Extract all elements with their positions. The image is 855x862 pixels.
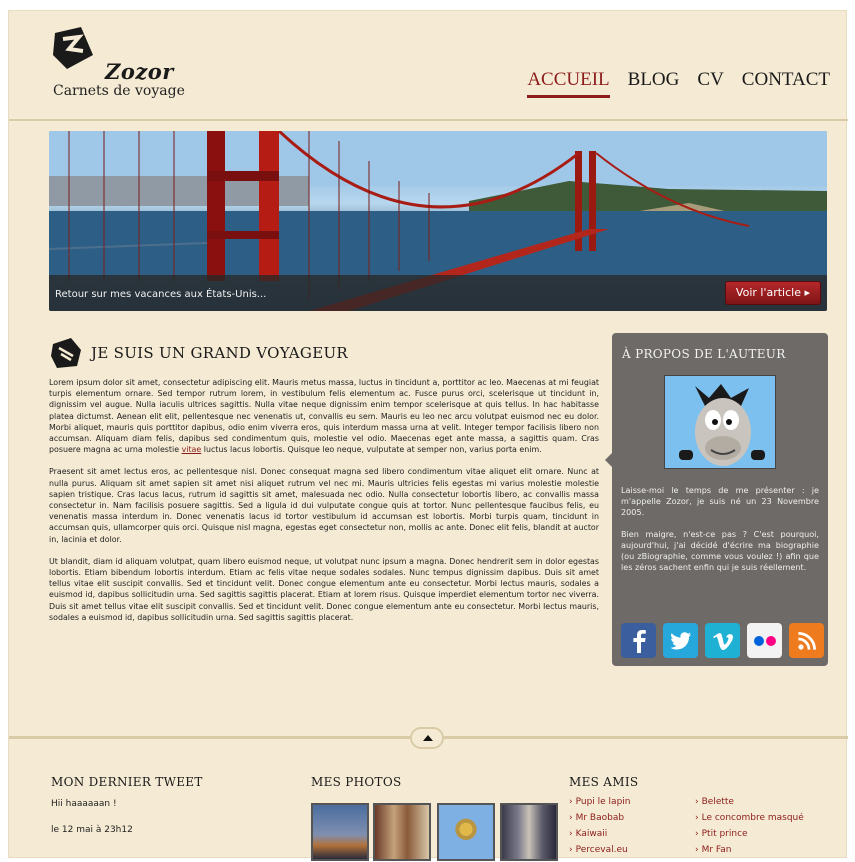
tweet-heading: MON DERNIER TWEET (51, 775, 203, 789)
sidebar-bio-text: Bien maigre, n'est-ce pas ? C'est pourqu… (621, 529, 819, 572)
article-icon (51, 338, 81, 368)
friend-link[interactable]: Ptit prince (695, 829, 748, 839)
nav-cv[interactable]: CV (697, 69, 723, 98)
article-text: Lorem ipsum dolor sit amet, consectetur … (49, 378, 599, 455)
flickr-icon[interactable] (747, 623, 782, 658)
article-paragraph: Lorem ipsum dolor sit amet, consectetur … (49, 377, 599, 455)
article-link[interactable]: vitae (182, 445, 202, 454)
article-text: luctus lacus lobortis. Quisque leo neque… (203, 445, 542, 455)
logo-tagline: Carnets de voyage (53, 83, 185, 99)
vimeo-icon[interactable] (705, 623, 740, 658)
photo-thumbnail[interactable] (500, 803, 558, 861)
nav-blog[interactable]: BLOG (628, 69, 680, 98)
banner-caption: Retour sur mes vacances aux États-Unis..… (55, 289, 267, 300)
article-paragraph: Praesent sit amet lectus eros, ac pellen… (49, 467, 599, 544)
banner-image: Retour sur mes vacances aux États-Unis..… (49, 131, 827, 311)
friend-link[interactable]: Mr Baobab (569, 813, 624, 823)
friend-link[interactable]: Pupi le lapin (569, 797, 631, 807)
friend-link[interactable]: Le concombre masqué (695, 813, 804, 823)
social-links (621, 623, 824, 658)
nav-contact[interactable]: CONTACT (742, 69, 830, 98)
photo-thumbnail[interactable] (311, 803, 369, 861)
facebook-icon[interactable] (621, 623, 656, 658)
friends-heading: MES AMIS (569, 775, 639, 789)
sidebar-intro-text: Laisse-moi le temps de me présenter : je… (621, 485, 819, 517)
friend-link[interactable]: Perceval.eu (569, 845, 628, 855)
friend-link[interactable]: Belette (695, 797, 734, 807)
article-body: Lorem ipsum dolor sit amet, consectetur … (49, 377, 599, 634)
tweet-date: le 12 mai à 23h12 (51, 825, 133, 835)
friend-link[interactable]: Mr Fan (695, 845, 732, 855)
rss-icon[interactable] (789, 623, 824, 658)
logo-name: Zozor (105, 59, 174, 84)
logo-icon[interactable] (49, 25, 97, 73)
article-title: JE SUIS UN GRAND VOYAGEUR (91, 344, 348, 362)
site-header: Zozor Carnets de voyage ACCUEIL BLOG CV … (9, 11, 848, 121)
main-nav: ACCUEIL BLOG CV CONTACT (527, 69, 830, 98)
avatar (664, 375, 776, 469)
page: Zozor Carnets de voyage ACCUEIL BLOG CV … (8, 10, 848, 861)
twitter-icon[interactable] (663, 623, 698, 658)
photo-thumbnail[interactable] (373, 803, 431, 861)
read-article-button[interactable]: Voir l'article ▸ (724, 281, 821, 305)
scroll-top-button[interactable] (410, 727, 444, 749)
photos-heading: MES PHOTOS (311, 775, 402, 789)
about-author-sidebar: À PROPOS DE L'AUTEUR Laisse-moi le temps… (605, 333, 828, 666)
sidebar-title: À PROPOS DE L'AUTEUR (622, 347, 786, 361)
tweet-text: Hii haaaaaan ! (51, 799, 117, 809)
site-footer: MON DERNIER TWEET Hii haaaaaan ! le 12 m… (9, 727, 848, 861)
friend-link[interactable]: Kaiwaii (569, 829, 608, 839)
article-paragraph: Ut blandit, diam id aliquam volutpat, qu… (49, 556, 599, 622)
photo-thumbnail[interactable] (437, 803, 495, 861)
zozor-avatar-icon (679, 384, 765, 466)
nav-accueil[interactable]: ACCUEIL (527, 69, 610, 98)
